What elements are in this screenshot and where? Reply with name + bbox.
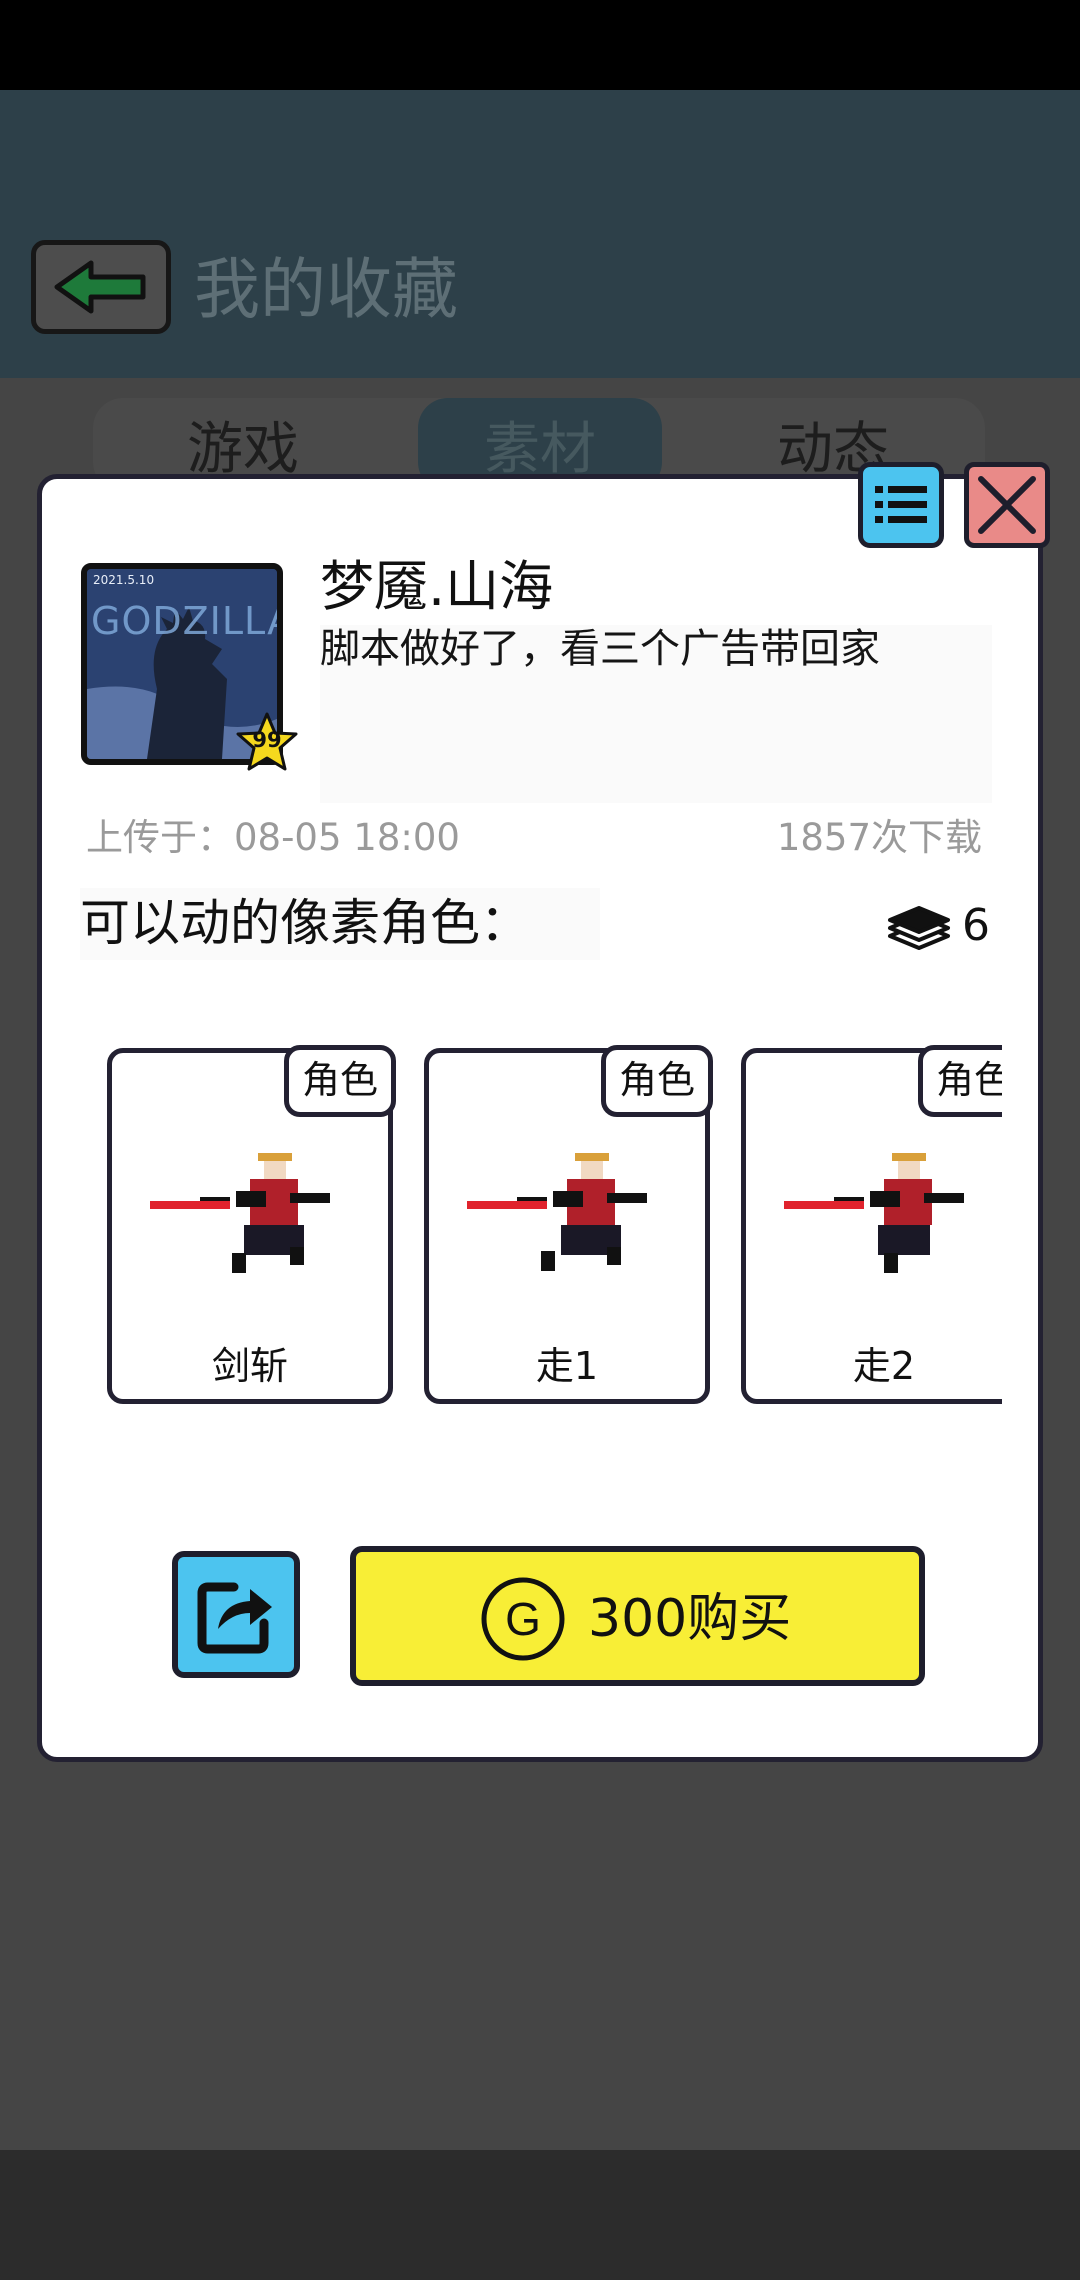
back-arrow-icon (54, 260, 146, 314)
pixel-character-sprite (467, 1153, 647, 1271)
layers-icon (888, 906, 950, 950)
download-count: 1857次下载 (776, 816, 982, 859)
coin-letter: G (505, 1593, 541, 1645)
upload-time: 上传于：08-05 18:00 (86, 816, 460, 859)
pixel-character-sprite (784, 1153, 964, 1273)
pixel-character-sprite (150, 1153, 330, 1273)
card-tag: 角色 (284, 1045, 396, 1117)
level-badge-value: 99 (252, 728, 282, 752)
back-button[interactable] (31, 240, 171, 334)
character-card[interactable]: 角色 走1 (424, 1045, 713, 1404)
status-bar (0, 0, 1080, 90)
card-label: 剑斩 (211, 1344, 288, 1388)
thumbnail-text: GODZILLA (91, 599, 283, 643)
layer-count: 6 (962, 900, 990, 951)
buy-label: 300购买 (588, 1589, 792, 1649)
share-button[interactable] (172, 1551, 300, 1678)
section-title: 可以动的像素角色： (80, 888, 600, 960)
card-label: 走2 (852, 1344, 916, 1388)
card-label: 走1 (535, 1344, 599, 1388)
card-tag: 角色 (601, 1045, 713, 1117)
coin-icon: G (481, 1577, 565, 1661)
list-icon (875, 486, 927, 523)
character-card[interactable]: 角色 剑斩 (107, 1045, 396, 1404)
character-card[interactable]: 角色 走2 (741, 1045, 1002, 1404)
item-description: 脚本做好了，看三个广告带回家 (320, 626, 880, 672)
buy-button[interactable]: G 300购买 (350, 1546, 925, 1686)
list-button[interactable] (858, 462, 944, 548)
character-card-list[interactable]: 角色 剑斩 角色 走1 角色 走2 (107, 1030, 1002, 1410)
share-icon (197, 1582, 272, 1653)
item-title: 梦魇.山海 (320, 555, 554, 618)
close-button[interactable] (964, 462, 1050, 548)
close-icon (978, 476, 1036, 534)
thumbnail-date: 2021.5.10 (93, 573, 155, 587)
app-header (0, 90, 1080, 378)
navigation-bar (0, 2150, 1080, 2280)
page-title: 我的收藏 (194, 251, 458, 328)
card-tag: 角色 (918, 1045, 1002, 1117)
